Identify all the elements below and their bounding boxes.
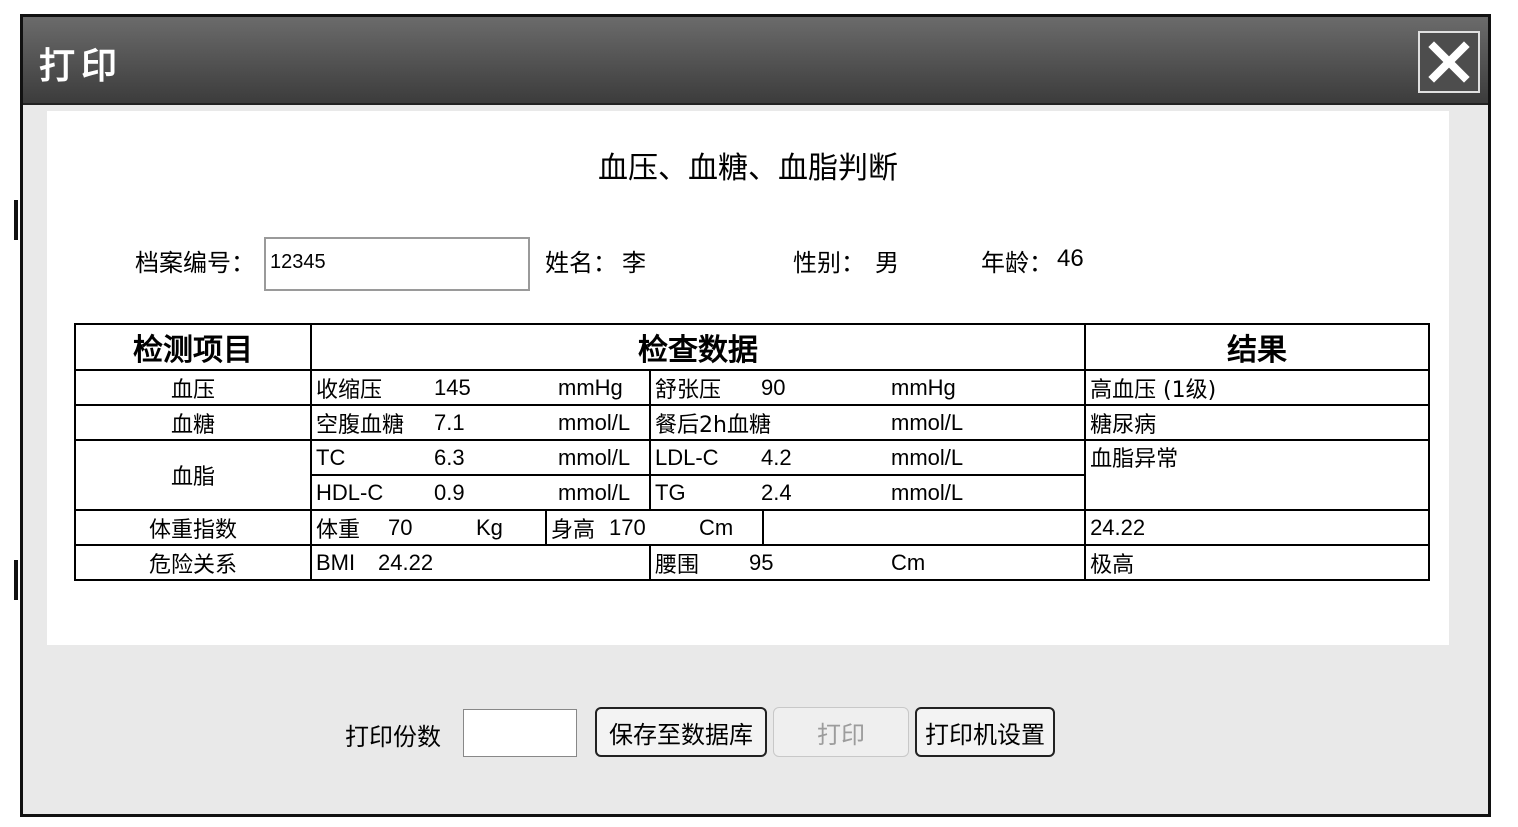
- data-label: 收缩压: [316, 377, 383, 403]
- header-item: 检测项目: [74, 323, 312, 371]
- data-unit: mmol/L: [891, 409, 964, 435]
- data-value: 2.4: [761, 479, 792, 505]
- data-unit: mmol/L: [891, 444, 964, 470]
- data-unit: mmol/L: [558, 444, 631, 470]
- row-item: 体重指数: [74, 509, 312, 546]
- printer-settings-button[interactable]: 打印机设置: [915, 707, 1055, 757]
- table-row: 危险关系 BMI 24.22 腰围 95 Cm 极高: [74, 544, 1431, 581]
- data-value: 170: [609, 514, 646, 540]
- data-cell: TG 2.4 mmol/L: [648, 474, 1087, 511]
- save-to-database-button[interactable]: 保存至数据库: [595, 707, 767, 757]
- data-unit: Kg: [476, 514, 503, 540]
- results-table: 检测项目 检查数据 结果 血压 收缩压 145 mmHg 舒张压 90 mmHg…: [74, 323, 1431, 581]
- name-label: 姓名：: [545, 249, 617, 277]
- dialog-title: 打印: [39, 46, 124, 87]
- background-edge: [14, 200, 18, 240]
- data-cell: 身高 170 Cm: [545, 509, 764, 546]
- background-edge: [14, 560, 18, 600]
- data-cell: 体重 70 Kg: [310, 509, 547, 546]
- table-row: 血压 收缩压 145 mmHg 舒张压 90 mmHg 高血压 (1级): [74, 369, 1431, 406]
- data-label: 餐后2h血糖: [655, 412, 771, 438]
- data-cell-empty: [761, 509, 1087, 546]
- header-result: 结果: [1084, 323, 1431, 371]
- close-button[interactable]: [1418, 31, 1480, 93]
- age-value: 46: [1057, 245, 1084, 272]
- data-value: 6.3: [434, 444, 465, 470]
- data-unit: Cm: [891, 549, 926, 575]
- gender-value: 男: [875, 249, 899, 277]
- data-label: 空腹血糖: [316, 412, 405, 438]
- gender-label: 性别：: [793, 249, 865, 277]
- data-label: LDL-C: [655, 444, 719, 470]
- record-number-label: 档案编号：: [135, 249, 255, 277]
- data-label: 腰围: [655, 552, 700, 578]
- copies-input[interactable]: [463, 709, 577, 757]
- data-label: TG: [655, 479, 686, 505]
- data-value: 7.1: [434, 409, 465, 435]
- data-value: 70: [388, 514, 413, 540]
- age-label: 年龄：: [981, 249, 1053, 277]
- data-value: 24.22: [378, 549, 434, 575]
- data-label: 身高: [551, 517, 596, 543]
- data-label: BMI: [316, 549, 356, 575]
- row-result: 血脂异常: [1084, 439, 1431, 511]
- data-unit: mmol/L: [891, 479, 964, 505]
- data-value: 145: [434, 374, 471, 400]
- row-result: 糖尿病: [1084, 404, 1431, 441]
- record-number-input[interactable]: 12345: [264, 237, 530, 291]
- print-dialog: 打印 血压、血糖、血脂判断 档案编号： 12345 姓名： 李 性别： 男 年龄…: [20, 14, 1491, 817]
- data-value: 4.2: [761, 444, 792, 470]
- table-row: 血糖 空腹血糖 7.1 mmol/L 餐后2h血糖 mmol/L 糖尿病: [74, 404, 1431, 441]
- data-cell: HDL-C 0.9 mmol/L: [310, 474, 651, 511]
- row-item: 血糖: [74, 404, 312, 441]
- data-label: HDL-C: [316, 479, 384, 505]
- data-value: 90: [761, 374, 786, 400]
- data-unit: Cm: [699, 514, 734, 540]
- data-cell: 餐后2h血糖 mmol/L: [648, 404, 1087, 441]
- data-unit: mmHg: [558, 374, 623, 400]
- report-panel: 血压、血糖、血脂判断 档案编号： 12345 姓名： 李 性别： 男 年龄： 4…: [47, 111, 1449, 645]
- row-result: 极高: [1084, 544, 1431, 581]
- copies-label: 打印份数: [345, 723, 441, 751]
- header-data: 检查数据: [309, 323, 1087, 371]
- data-cell: TC 6.3 mmol/L: [310, 439, 651, 476]
- close-icon: [1428, 41, 1470, 83]
- table-header-row: 检测项目 检查数据 结果: [74, 323, 1431, 371]
- data-unit: mmol/L: [558, 409, 631, 435]
- data-cell: 收缩压 145 mmHg: [310, 369, 651, 406]
- print-button[interactable]: 打印: [773, 707, 909, 757]
- row-result: 24.22: [1084, 509, 1431, 546]
- data-value: 0.9: [434, 479, 465, 505]
- data-label: 舒张压: [655, 377, 722, 403]
- table-row: 血脂 TC 6.3 mmol/L LDL-C 4.2 mmol/L 血脂异常: [74, 439, 1431, 511]
- data-cell: 空腹血糖 7.1 mmol/L: [310, 404, 651, 441]
- data-cell: 舒张压 90 mmHg: [648, 369, 1087, 406]
- report-heading: 血压、血糖、血脂判断: [598, 151, 898, 186]
- row-item: 血压: [74, 369, 312, 406]
- data-unit: mmol/L: [558, 479, 631, 505]
- row-item: 血脂: [74, 439, 312, 511]
- data-label: 体重: [316, 517, 361, 543]
- data-label: TC: [316, 444, 346, 470]
- data-cell: 腰围 95 Cm: [648, 544, 1087, 581]
- row-item: 危险关系: [74, 544, 312, 581]
- data-cell: BMI 24.22: [310, 544, 651, 581]
- row-result: 高血压 (1级): [1084, 369, 1431, 406]
- name-value: 李: [622, 249, 646, 277]
- data-value: 95: [749, 549, 774, 575]
- table-row: 体重指数 体重 70 Kg 身高 170 Cm 24.22: [74, 509, 1431, 546]
- title-bar[interactable]: 打印: [23, 17, 1488, 105]
- data-unit: mmHg: [891, 374, 956, 400]
- data-cell: LDL-C 4.2 mmol/L: [648, 439, 1087, 476]
